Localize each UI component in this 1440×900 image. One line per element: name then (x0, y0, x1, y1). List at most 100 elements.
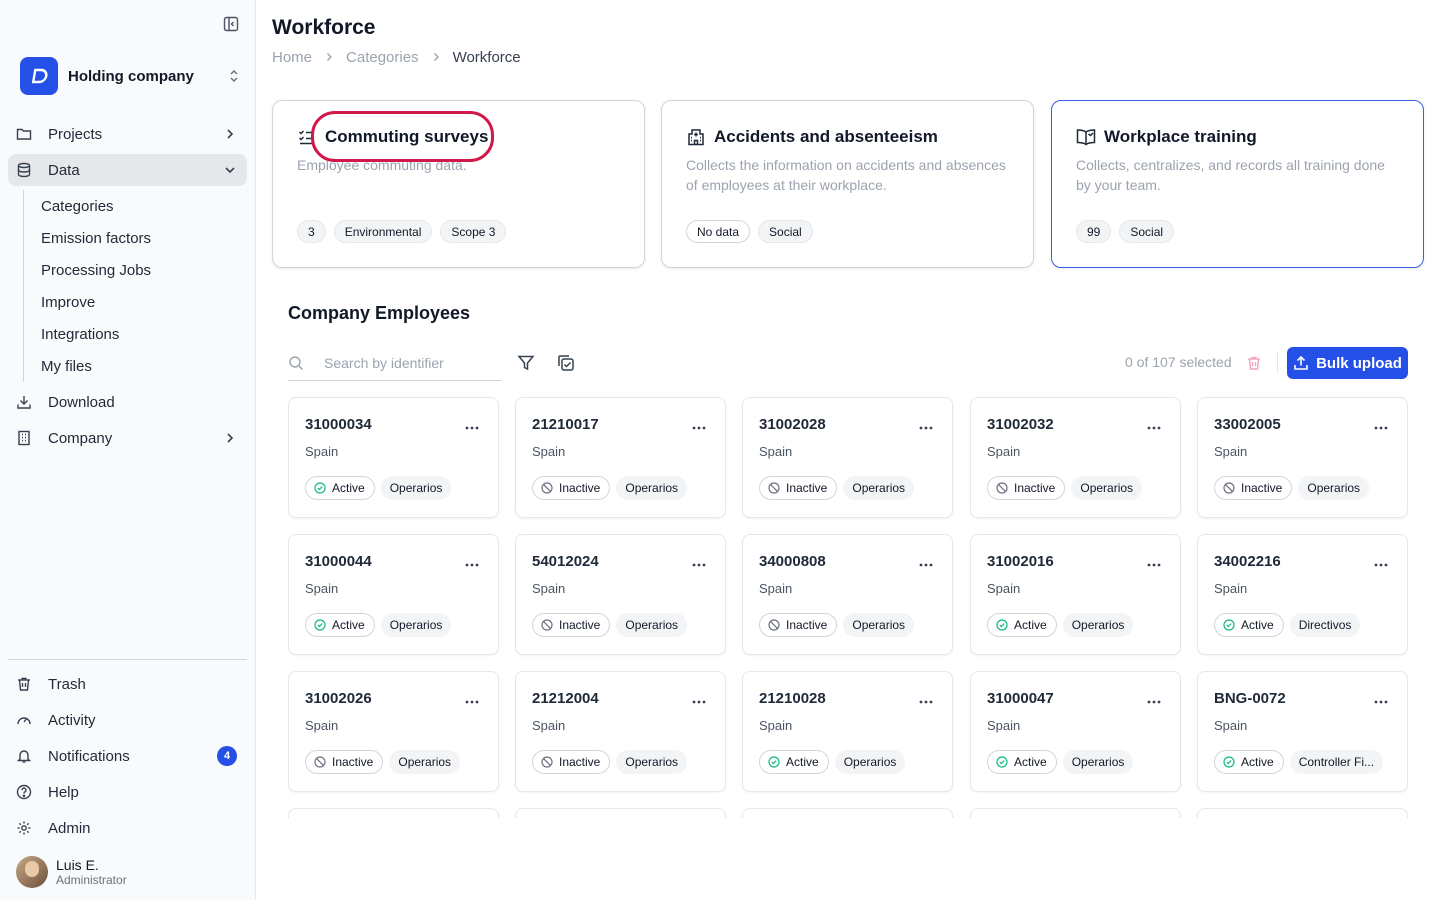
ban-icon (768, 482, 780, 494)
status-badge: Inactive (305, 750, 384, 774)
nav-item-admin[interactable]: Admin (8, 812, 247, 844)
nav-item-trash[interactable]: Trash (8, 668, 247, 700)
employee-card[interactable]: 31000044 Spain Active Operarios (288, 534, 499, 655)
nav-item-projects[interactable]: Projects (8, 118, 247, 150)
employee-card[interactable]: 21210028 Spain Active Operarios (742, 671, 953, 792)
company-switcher[interactable]: Holding company (20, 56, 242, 96)
subnav-item-processing-jobs[interactable]: Processing Jobs (24, 254, 247, 286)
role-tag: Directivos (1289, 613, 1361, 637)
subnav-item-my-files[interactable]: My files (24, 350, 247, 382)
more-options-icon[interactable] (918, 420, 934, 436)
breadcrumb-home[interactable]: Home (272, 49, 312, 66)
more-options-icon[interactable] (464, 557, 480, 573)
main-content: Workforce Home Categories Workforce Comm… (256, 0, 1440, 900)
employee-card[interactable]: 31002026 Spain Inactive Operarios (288, 671, 499, 792)
employee-card[interactable]: 31002016 Spain Active Operarios (970, 534, 1181, 655)
more-options-icon[interactable] (1146, 420, 1162, 436)
employee-id: 31002032 (987, 416, 1054, 433)
more-options-icon[interactable] (464, 694, 480, 710)
gauge-icon (16, 712, 32, 728)
category-tag: Environmental (333, 220, 433, 243)
nav-item-download[interactable]: Download (8, 386, 247, 418)
user-name: Luis E. (56, 856, 99, 873)
subnav-item-categories[interactable]: Categories (24, 190, 247, 222)
category-description: Collects the information on accidents an… (686, 157, 1006, 193)
user-profile[interactable]: Luis E. Administrator (16, 856, 127, 888)
more-options-icon[interactable] (1373, 420, 1389, 436)
status-label: Active (1241, 755, 1274, 769)
role-tag: Controller Fi... (1289, 750, 1384, 774)
category-card-commuting-surveys[interactable]: Commuting surveys Employee commuting dat… (272, 100, 645, 268)
nav-item-data[interactable]: Data (8, 154, 247, 186)
employee-card[interactable]: 54012024 Spain Inactive Operarios (515, 534, 726, 655)
employee-card[interactable]: 31002032 Spain Inactive Operarios (970, 397, 1181, 518)
nav-item-notifications[interactable]: Notifications 4 (8, 740, 247, 772)
more-options-icon[interactable] (1146, 694, 1162, 710)
more-options-icon[interactable] (918, 557, 934, 573)
nav-item-help[interactable]: Help (8, 776, 247, 808)
bulk-upload-button[interactable]: Bulk upload (1287, 347, 1408, 379)
employee-card[interactable] (1197, 808, 1408, 818)
nav-item-label: Notifications (48, 747, 130, 765)
employee-card[interactable]: 34002216 Spain Active Directivos (1197, 534, 1408, 655)
check-circle-icon (1223, 619, 1235, 631)
more-options-icon[interactable] (691, 420, 707, 436)
employee-card[interactable]: 31000047 Spain Active Operarios (970, 671, 1181, 792)
status-label: Active (1014, 618, 1047, 632)
employee-card[interactable] (288, 808, 499, 818)
employee-id: 31002026 (305, 690, 372, 707)
more-options-icon[interactable] (1146, 557, 1162, 573)
subnav-item-emission-factors[interactable]: Emission factors (24, 222, 247, 254)
more-options-icon[interactable] (464, 420, 480, 436)
category-tag: Social (758, 220, 813, 243)
subnav-item-integrations[interactable]: Integrations (24, 318, 247, 350)
filter-icon[interactable] (516, 353, 536, 373)
nav-item-activity[interactable]: Activity (8, 704, 247, 736)
employee-tags: Inactive Operarios (987, 476, 1143, 500)
select-all-icon[interactable] (556, 353, 576, 373)
category-title: Accidents and absenteeism (714, 127, 938, 146)
category-description: Employee commuting data. (297, 157, 467, 173)
upload-icon (1293, 355, 1309, 371)
search-input[interactable] (324, 355, 494, 371)
employee-tags: Active Operarios (759, 750, 906, 774)
more-options-icon[interactable] (1373, 694, 1389, 710)
more-options-icon[interactable] (691, 694, 707, 710)
employee-tags: Inactive Operarios (532, 750, 688, 774)
employee-card[interactable]: 21210017 Spain Inactive Operarios (515, 397, 726, 518)
employee-card[interactable]: BNG-0072 Spain Active Controller Fi... (1197, 671, 1408, 792)
more-options-icon[interactable] (918, 694, 934, 710)
nav-item-label: Company (48, 429, 113, 447)
employee-card[interactable]: 21212004 Spain Inactive Operarios (515, 671, 726, 792)
sidebar-collapse-icon[interactable] (221, 14, 241, 34)
ban-icon (314, 756, 326, 768)
breadcrumb-categories[interactable]: Categories (346, 49, 419, 66)
category-card-accidents-absenteeism[interactable]: Accidents and absenteeism Collects the i… (661, 100, 1034, 268)
category-tags: No data Social (686, 220, 821, 243)
employee-card[interactable]: 31000034 Spain Active Operarios (288, 397, 499, 518)
subnav-item-improve[interactable]: Improve (24, 286, 247, 318)
employee-card[interactable]: 34000808 Spain Inactive Operarios (742, 534, 953, 655)
employee-card[interactable] (515, 808, 726, 818)
status-badge: Active (1214, 750, 1284, 774)
delete-selected-icon[interactable] (1245, 354, 1263, 372)
category-tags: 3 Environmental Scope 3 (297, 220, 514, 243)
employee-id: 21210017 (532, 416, 599, 433)
more-options-icon[interactable] (1373, 557, 1389, 573)
no-data-tag: No data (686, 220, 751, 243)
breadcrumb-workforce: Workforce (452, 49, 521, 66)
employee-country: Spain (759, 444, 793, 459)
employee-country: Spain (532, 444, 566, 459)
employee-card[interactable] (970, 808, 1181, 818)
ban-icon (768, 619, 780, 631)
nav-item-company[interactable]: Company (8, 422, 247, 454)
employee-card[interactable]: 33002005 Spain Inactive Operarios (1197, 397, 1408, 518)
employee-tags: Active Controller Fi... (1214, 750, 1384, 774)
employee-card[interactable] (742, 808, 953, 818)
employee-card[interactable]: 31002028 Spain Inactive Operarios (742, 397, 953, 518)
nav-item-label: Activity (48, 711, 96, 729)
folder-icon (16, 126, 32, 142)
status-badge: Inactive (759, 476, 838, 500)
category-card-workplace-training[interactable]: Workplace training Collects, centralizes… (1051, 100, 1424, 268)
more-options-icon[interactable] (691, 557, 707, 573)
